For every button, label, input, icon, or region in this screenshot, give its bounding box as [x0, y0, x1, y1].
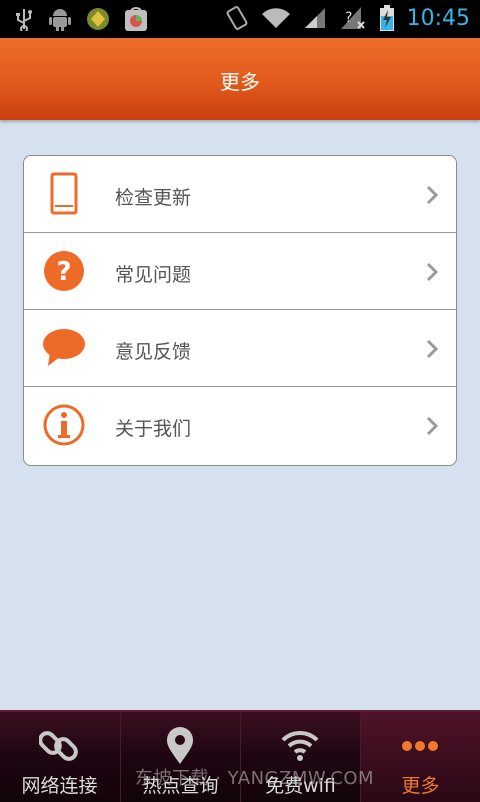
menu-item-faq[interactable]: ? 常见问题: [24, 233, 456, 310]
signal-icon: [304, 8, 325, 28]
title-bar: 更多: [0, 38, 480, 120]
tab-label: 免费wifi: [265, 775, 336, 797]
wifi-icon: [261, 8, 290, 28]
tab-more[interactable]: 更多: [361, 712, 480, 802]
tab-hotspot-search[interactable]: 热点查询: [121, 712, 240, 802]
tab-label: 更多: [401, 775, 440, 797]
question-icon: ?: [44, 251, 84, 291]
settings-menu: 检查更新 ? 常见问题 意见反馈 关于我们: [23, 155, 457, 466]
store-icon: [125, 7, 147, 31]
tab-label: 网络连接: [21, 775, 98, 797]
speech-bubble-icon: [43, 329, 85, 366]
system-icons: ? 10:45: [225, 4, 470, 32]
menu-item-label: 关于我们: [115, 418, 192, 440]
chevron-right-icon: [426, 416, 438, 436]
tab-free-wifi[interactable]: 免费wifi: [241, 712, 360, 802]
phone-icon: [50, 172, 78, 215]
battery-charging-icon: [379, 5, 394, 31]
notification-icons: [14, 6, 148, 32]
wifi-icon: [281, 730, 319, 761]
vibrate-icon: [226, 6, 248, 30]
menu-item-feedback[interactable]: 意见反馈: [24, 310, 456, 387]
page-title: 更多: [220, 70, 260, 94]
app-icon: [87, 8, 109, 30]
bottom-tab-bar: 网络连接 热点查询 免费wifi 更多: [0, 710, 480, 802]
chevron-right-icon: [426, 185, 438, 205]
tab-label: 热点查询: [142, 775, 219, 797]
more-dots-icon: [402, 741, 438, 751]
tab-network-connect[interactable]: 网络连接: [0, 712, 119, 802]
link-icon: [39, 731, 78, 761]
svg-text:?: ?: [345, 10, 352, 26]
no-sim-icon: ?: [340, 7, 365, 29]
menu-item-label: 意见反馈: [115, 341, 192, 363]
menu-item-about-us[interactable]: 关于我们: [24, 387, 456, 465]
menu-item-label: 常见问题: [115, 264, 192, 286]
status-bar: ? 10:45: [0, 0, 480, 38]
location-pin-icon: [167, 727, 193, 764]
svg-text:?: ?: [56, 257, 71, 287]
menu-item-label: 检查更新: [115, 187, 192, 209]
usb-icon: [16, 9, 32, 31]
android-icon: [49, 9, 71, 31]
info-icon: [43, 404, 85, 446]
chevron-right-icon: [426, 262, 438, 282]
clock: 10:45: [406, 5, 470, 31]
menu-item-check-update[interactable]: 检查更新: [24, 156, 456, 233]
chevron-right-icon: [426, 339, 438, 359]
